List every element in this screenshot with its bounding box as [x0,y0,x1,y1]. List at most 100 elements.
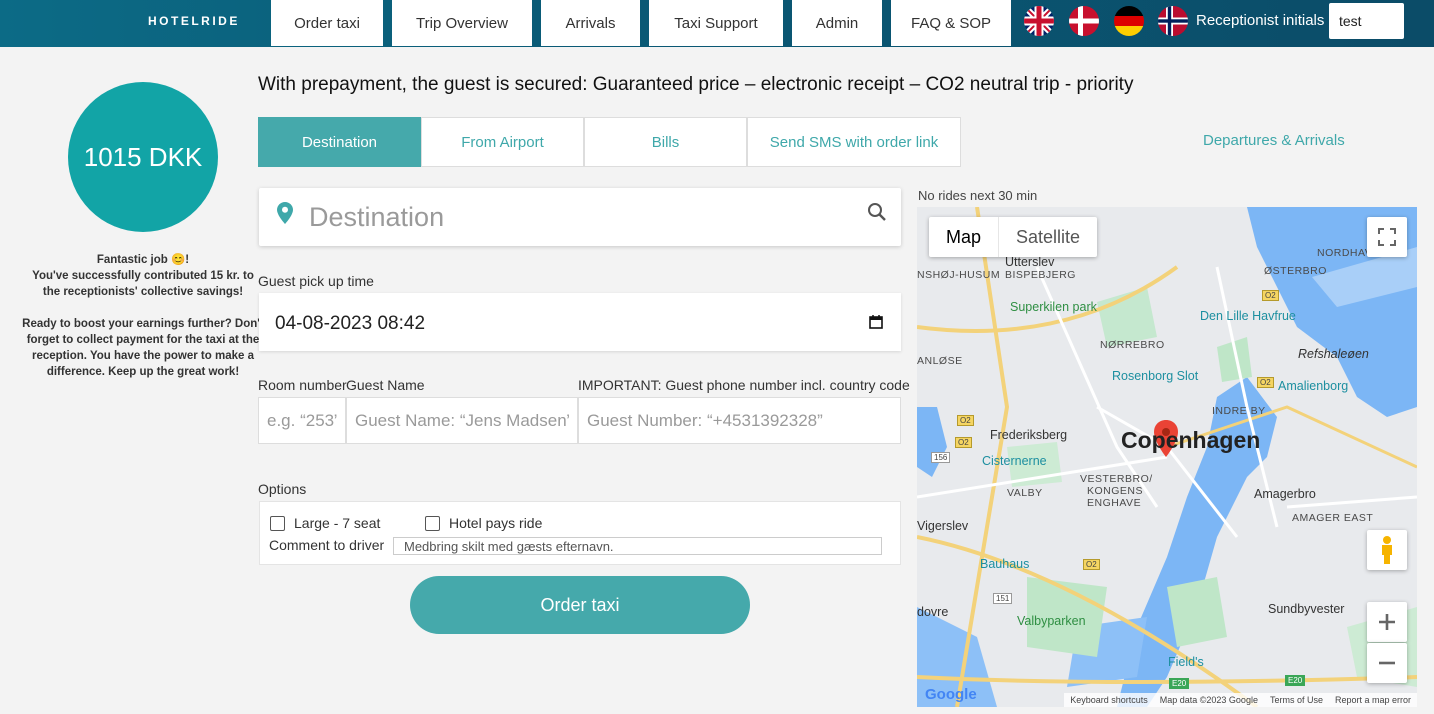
terms-of-use-link[interactable]: Terms of Use [1270,693,1323,707]
map-label-copenhagen: Copenhagen [1121,427,1261,453]
road-badge: O2 [1083,559,1100,570]
praise-line-2: You've successfully contributed 15 kr. t… [32,270,254,298]
street-view-pegman-icon[interactable] [1367,530,1407,570]
map-label-cisternerne: Cisternerne [982,454,1047,468]
destination-input[interactable] [309,198,849,236]
report-map-error-link[interactable]: Report a map error [1335,693,1411,707]
map-label-anlose: ANLØSE [917,355,963,367]
map-label-bispebjerg: BISPEBJERG [1005,269,1076,281]
tab-destination[interactable]: Destination [258,117,421,167]
room-number-input[interactable] [258,397,346,444]
map-label-amager-east: AMAGER EAST [1292,512,1374,524]
top-navigation-bar: HOTELRIDE Order taxi Trip Overview Arriv… [0,0,1434,47]
praise-line-1: Fantastic job 😊! [96,254,190,266]
guest-phone-input[interactable] [578,397,901,444]
destination-search-box [259,188,901,246]
map-label-utterslev: Utterslev [1005,255,1055,269]
uk-flag-icon[interactable] [1024,6,1054,36]
nav-admin[interactable]: Admin [792,0,882,46]
map-type-satellite-button[interactable]: Satellite [998,217,1097,257]
road-badge: 156 [931,452,951,463]
phone-label: IMPORTANT: Guest phone number incl. coun… [578,377,910,393]
road-badge: O2 [1257,377,1274,388]
hotel-pays-label: Hotel pays ride [449,515,543,531]
map-label-fields: Field's [1168,655,1204,669]
map-label-osterbro: ØSTERBRO [1264,265,1327,277]
nav-taxi-support[interactable]: Taxi Support [649,0,783,46]
nav-faq-sop[interactable]: FAQ & SOP [891,0,1011,46]
nav-order-taxi[interactable]: Order taxi [271,0,383,46]
nav-trip-overview[interactable]: Trip Overview [392,0,532,46]
map-type-map-button[interactable]: Map [929,217,998,257]
map-label-valby: VALBY [1007,487,1043,499]
zoom-in-button[interactable] [1367,602,1407,642]
map-type-toggle: Map Satellite [929,217,1098,257]
nav-arrivals[interactable]: Arrivals [541,0,640,46]
pickup-time-value: 04-08-2023 08:42 [275,313,426,334]
hotel-pays-checkbox[interactable] [425,516,440,531]
map-label-kongens: KONGENS [1087,485,1144,497]
pickup-time-input[interactable]: 04-08-2023 08:42 [259,293,901,351]
receptionist-initials-label: Receptionist initials [1196,12,1325,29]
map-label-vesterbro: VESTERBRO/ [1080,473,1153,485]
options-panel: Large - 7 seat Hotel pays ride Comment t… [259,501,901,565]
price-badge: 1015 DKK [68,82,218,232]
map-label-norrebro: NØRREBRO [1100,339,1165,351]
large-7-seat-label: Large - 7 seat [294,515,381,531]
order-taxi-button[interactable]: Order taxi [410,576,750,634]
map-label-amalienborg: Amalienborg [1278,379,1349,393]
map-view[interactable]: Utterslev BISPEBJERG NORDHAVNEN ØSTERBRO… [917,207,1417,707]
map-label-sundbyvester: Sundbyvester [1268,602,1345,616]
guest-name-label: Guest Name [346,377,425,393]
page-headline: With prepayment, the guest is secured: G… [258,74,1134,95]
tab-from-airport[interactable]: From Airport [421,117,584,167]
map-label-havfrue: Den Lille Havfrue [1200,309,1296,323]
map-attribution: Keyboard shortcuts Map data ©2023 Google… [1064,693,1417,707]
map-label-amagerbro: Amagerbro [1254,487,1316,501]
ride-status-text: No rides next 30 min [918,188,1038,203]
hotelride-logo[interactable]: HOTELRIDE [148,14,240,28]
map-label-bauhaus: Bauhaus [980,557,1030,571]
large-7-seat-checkbox[interactable] [270,516,285,531]
map-label-refshaleoen: Refshaleøen [1298,347,1369,361]
map-label-enghave: ENGHAVE [1087,497,1142,509]
road-badge: O2 [1262,290,1279,301]
google-logo-text: Google [925,686,977,703]
map-label-superkilen: Superkilen park [1010,300,1097,314]
map-label-husum: NSHØJ-HUSUM [917,269,1001,281]
road-badge: 151 [993,593,1013,604]
departures-arrivals-link[interactable]: Departures & Arrivals [1203,132,1345,149]
map-label-vigerslev: Vigerslev [917,519,969,533]
road-badge: E20 [1285,675,1306,686]
road-badge: O2 [955,437,972,448]
tab-bills[interactable]: Bills [584,117,747,167]
praise-message: Fantastic job 😊! You've successfully con… [22,252,264,396]
comment-to-driver-input[interactable] [393,537,882,555]
map-label-indreby: INDRE BY [1212,405,1266,417]
map-label-rosenborg: Rosenborg Slot [1112,369,1199,383]
map-label-dovre: dovre [917,605,949,619]
options-label: Options [258,481,307,497]
zoom-out-button[interactable] [1367,643,1407,683]
google-logo[interactable]: Google [925,686,977,703]
room-number-label: Room number [258,377,347,393]
guest-name-input[interactable] [346,397,578,444]
calendar-icon[interactable] [869,315,883,334]
germany-flag-icon[interactable] [1114,6,1144,36]
comment-to-driver-label: Comment to driver [269,537,385,553]
tab-send-sms[interactable]: Send SMS with order link [747,117,961,167]
map-label-valbyparken: Valbyparken [1017,614,1086,628]
keyboard-shortcuts-link[interactable]: Keyboard shortcuts [1070,693,1148,707]
fullscreen-icon[interactable] [1367,217,1407,257]
denmark-flag-icon[interactable] [1069,6,1099,36]
map-data-text: Map data ©2023 Google [1159,695,1258,705]
road-badge: E20 [1169,678,1190,689]
map-label-frederiksberg: Frederiksberg [990,428,1068,442]
receptionist-initials-input[interactable] [1329,3,1404,39]
pickup-time-label: Guest pick up time [258,273,374,289]
praise-paragraph-2: Ready to boost your earnings further? Do… [22,318,264,378]
search-icon[interactable] [867,202,887,227]
norway-flag-icon[interactable] [1158,6,1188,36]
location-pin-icon [277,202,293,229]
road-badge: O2 [957,415,974,426]
